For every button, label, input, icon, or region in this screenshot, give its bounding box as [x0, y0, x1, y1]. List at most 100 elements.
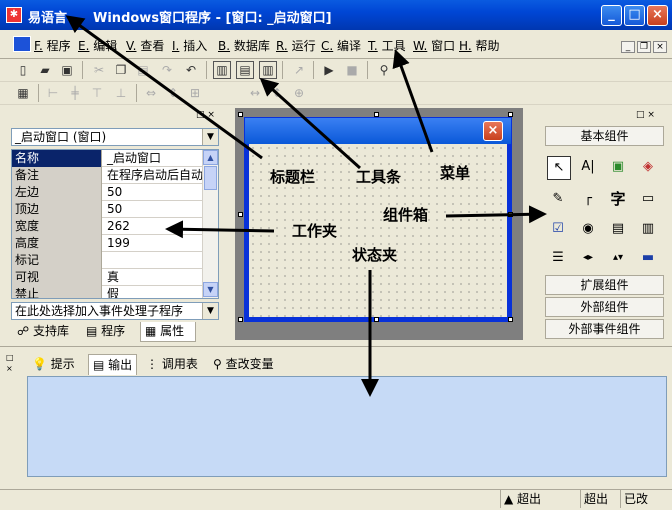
menu-insert[interactable]: I. 插入: [172, 37, 207, 54]
property-row[interactable]: 标记: [12, 252, 202, 269]
property-row[interactable]: 顶边 50: [12, 201, 202, 218]
label-icon[interactable]: A|: [577, 156, 599, 178]
combobox-icon[interactable]: ▥: [637, 218, 659, 240]
panel-controls[interactable]: □ ×: [6, 352, 18, 374]
property-value[interactable]: [104, 252, 215, 269]
redo-icon[interactable]: ↷: [158, 61, 176, 79]
property-value[interactable]: 假: [104, 286, 215, 298]
tab-watch-variables[interactable]: ⚲ 查改变量: [213, 354, 274, 374]
save-icon[interactable]: ▣: [58, 61, 76, 79]
cut-icon[interactable]: ✂: [90, 61, 108, 79]
mdi-restore-button[interactable]: ❐: [637, 41, 651, 53]
shape-icon[interactable]: ◈: [637, 156, 659, 178]
list-icon[interactable]: ☰: [547, 247, 569, 269]
resize-handle[interactable]: [238, 212, 243, 217]
scroll-down-icon[interactable]: ▼: [203, 282, 218, 297]
align-center-icon[interactable]: ╪: [66, 84, 84, 102]
chevron-down-icon[interactable]: ▼: [202, 303, 218, 319]
property-value[interactable]: 在程序启动后自动: [104, 167, 215, 184]
resize-handle[interactable]: [238, 112, 243, 117]
menu-compile[interactable]: C. 编译: [321, 37, 361, 54]
property-value[interactable]: 199: [104, 235, 215, 252]
property-row[interactable]: 高度 199: [12, 235, 202, 252]
groupbox-icon[interactable]: ┌: [577, 188, 599, 210]
doc-icon[interactable]: [13, 36, 31, 52]
property-value[interactable]: 262: [104, 218, 215, 235]
property-value[interactable]: 真: [104, 269, 215, 286]
listbox-icon[interactable]: ▤: [607, 218, 629, 240]
copy-icon[interactable]: ❐: [112, 61, 130, 79]
menu-view[interactable]: V. 查看: [126, 37, 164, 54]
object-combo[interactable]: _启动窗口 (窗口) ▼: [11, 128, 219, 146]
edit-icon[interactable]: ✎: [547, 188, 569, 210]
same-height-icon[interactable]: ⇕: [164, 84, 182, 102]
radio-icon[interactable]: ◉: [577, 218, 599, 240]
layout-bottom-icon[interactable]: ▤: [236, 61, 254, 79]
menu-tools[interactable]: T. 工具: [368, 37, 406, 54]
tab-properties[interactable]: ▦ 属性: [140, 322, 196, 342]
scroll-thumb[interactable]: [204, 166, 217, 190]
progress-icon[interactable]: ▬: [637, 247, 659, 269]
close-icon[interactable]: ×: [483, 121, 503, 141]
layout-right-icon[interactable]: ▥: [259, 61, 277, 79]
layout-left-icon[interactable]: ▥: [213, 61, 231, 79]
resize-handle[interactable]: [508, 212, 513, 217]
vscroll-icon[interactable]: ▴▾: [607, 247, 629, 269]
panel-controls[interactable]: □ ×: [196, 110, 224, 120]
menu-program[interactable]: F. 程序: [34, 37, 71, 54]
frame-icon[interactable]: ▭: [637, 188, 659, 210]
resize-handle[interactable]: [374, 317, 379, 322]
menu-database[interactable]: B. 数据库: [218, 37, 270, 54]
event-combo[interactable]: 在此处选择加入事件处理子程序 ▼: [11, 302, 219, 320]
cursor-icon[interactable]: ↖: [547, 156, 571, 180]
mdi-close-button[interactable]: ×: [653, 41, 667, 53]
property-row[interactable]: 宽度 262: [12, 218, 202, 235]
output-pane[interactable]: [27, 376, 667, 477]
maximize-button[interactable]: □: [624, 5, 645, 26]
property-value[interactable]: 50: [104, 184, 215, 201]
space-vertical-icon[interactable]: ↕: [268, 84, 286, 102]
property-row[interactable]: 左边 50: [12, 184, 202, 201]
property-row[interactable]: 名称 _启动窗口: [12, 150, 202, 167]
property-row[interactable]: 备注 在程序启动后自动: [12, 167, 203, 184]
tab-support-library[interactable]: ☍ 支持库: [13, 322, 73, 342]
property-row[interactable]: 禁止假: [12, 286, 202, 298]
minimize-button[interactable]: _: [601, 5, 622, 26]
checkbox-icon[interactable]: ☑: [547, 218, 569, 240]
scroll-up-icon[interactable]: ▲: [203, 150, 218, 165]
center-icon[interactable]: ⊕: [290, 84, 308, 102]
new-file-icon[interactable]: ▯: [14, 61, 32, 79]
find-icon[interactable]: ⚲: [375, 61, 393, 79]
stop-icon[interactable]: ■: [343, 61, 361, 79]
paste-icon[interactable]: ▤: [134, 61, 152, 79]
property-value[interactable]: _启动窗口: [104, 150, 215, 167]
same-size-icon[interactable]: ⊞: [186, 84, 204, 102]
basic-components-button[interactable]: 基本组件: [545, 126, 664, 146]
menu-window[interactable]: W. 窗口: [413, 37, 455, 54]
chevron-down-icon[interactable]: ▼: [202, 129, 218, 145]
design-window[interactable]: ×: [244, 117, 512, 322]
menu-run[interactable]: R. 运行: [276, 37, 316, 54]
external-components-button[interactable]: 外部组件: [545, 297, 664, 317]
tab-output[interactable]: ▤ 输出: [88, 354, 138, 375]
undo-icon[interactable]: ↶: [182, 61, 200, 79]
property-scrollbar[interactable]: ▲ ▼: [202, 150, 218, 298]
space-horizontal-icon[interactable]: ↔: [246, 84, 264, 102]
align-left-icon[interactable]: ⊢: [44, 84, 62, 102]
align-top-icon[interactable]: ⊤: [88, 84, 106, 102]
menu-edit[interactable]: E. 编辑: [78, 37, 117, 54]
panel-controls[interactable]: □ ×: [636, 110, 664, 120]
app-icon[interactable]: ✱: [6, 7, 22, 23]
text-icon[interactable]: 字: [607, 188, 629, 210]
step-icon[interactable]: ↗: [290, 61, 308, 79]
resize-handle[interactable]: [238, 317, 243, 322]
align-bottom-icon[interactable]: ⊥: [112, 84, 130, 102]
tab-hint[interactable]: 💡 提示: [32, 354, 75, 374]
tab-call-stack[interactable]: ⋮ 调用表: [146, 354, 198, 374]
open-folder-icon[interactable]: ▰: [36, 61, 54, 79]
hscroll-icon[interactable]: ◂▸: [577, 247, 599, 269]
mdi-minimize-button[interactable]: _: [621, 41, 635, 53]
close-button[interactable]: ×: [647, 5, 668, 26]
external-event-components-button[interactable]: 外部事件组件: [545, 319, 664, 339]
extended-components-button[interactable]: 扩展组件: [545, 275, 664, 295]
